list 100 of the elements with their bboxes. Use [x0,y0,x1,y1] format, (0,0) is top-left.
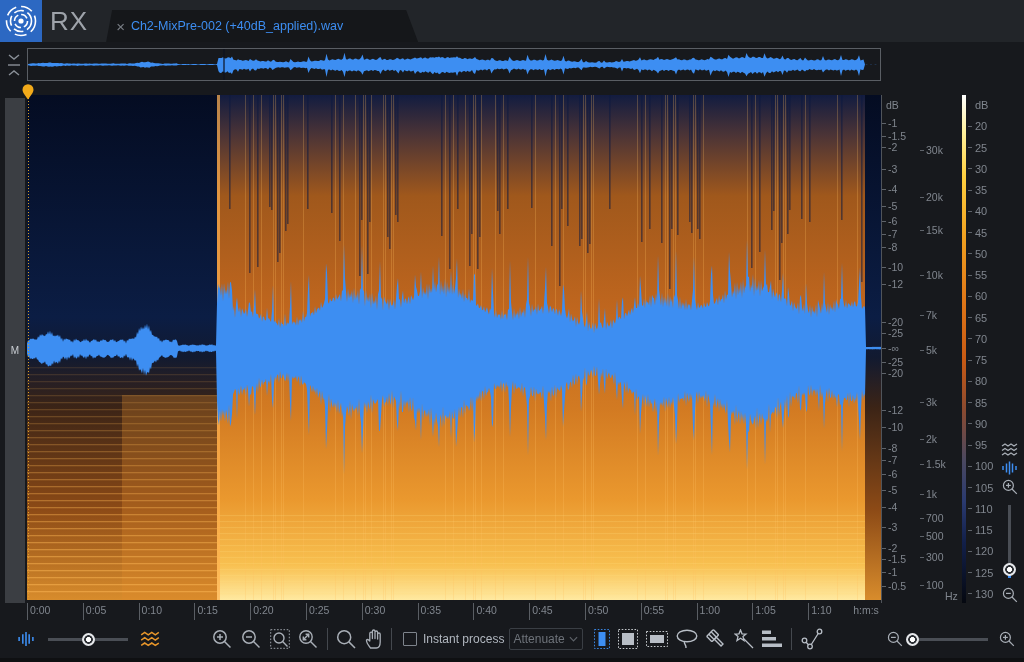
time-tick-label: 0:30 [361,603,418,620]
time-tick-label: 0:15 [194,603,251,620]
frequency-selection-tool-button[interactable] [646,631,669,647]
time-frequency-selection-icon [618,629,639,649]
hand-tool-button[interactable] [364,629,384,649]
file-tab[interactable]: × Ch2-MixPre-002 (+40dB_applied).wav [106,10,419,42]
zoom-in-button[interactable] [1001,479,1018,495]
frequency-tick-label: 3k [920,396,938,408]
harmonic-bars-tool-button[interactable] [762,630,783,648]
frequency-tick-label: 30k [920,144,943,156]
brush-icon [706,629,727,649]
frequency-tick-label: 7k [920,309,938,321]
zoom-out-button[interactable] [887,631,903,647]
color-scale-unit-label: dB [974,98,989,112]
amplitude-tick-label: -1 [882,566,898,578]
frequency-tick-label: 1.5k [920,458,946,470]
spectrogram-view-button[interactable] [140,630,160,648]
zoom-in-button[interactable] [212,629,232,649]
waveform-icon [1001,461,1018,475]
harmonic-bars-icon [762,630,783,648]
time-tick-label: 0:25 [306,603,362,620]
lasso-icon [676,629,699,649]
time-selection-tool-button[interactable] [594,629,611,649]
spectrogram-scale-button[interactable] [1001,443,1018,457]
amplitude-tick-label: -20 [882,316,904,328]
amplitude-tick-label: -7 [882,454,898,466]
channel-bar[interactable]: M [5,98,25,603]
lasso-tool-button[interactable] [676,629,699,649]
color-scale-tick-label: 75 [968,353,988,367]
zoom-out-button[interactable] [241,629,261,649]
frequency-tick-label: 700 [920,512,944,524]
frequency-tick-label: 15k [920,224,943,236]
zoom-in-button[interactable] [999,631,1015,647]
amplitude-tick-label: -25 [882,356,904,368]
amplitude-tick-label: -1 [882,117,898,129]
slider-thumb[interactable] [81,632,95,646]
zoom-out-icon [1001,587,1018,603]
amplitude-tick-label: -25 [882,327,904,339]
amplitude-tick-label: -8 [882,241,898,253]
waveform-view-button[interactable] [17,631,35,647]
amplitude-tick-label: -4 [882,183,898,195]
amplitude-unit-label: dB [886,99,899,111]
color-scale-tick-label: 35 [968,183,988,197]
zoom-in-icon [212,629,232,649]
amplitude-tick-label: -4 [882,501,898,513]
frequency-tick-label: 10k [920,269,943,281]
frequency-unit-label: Hz [945,590,958,602]
time-tick-label: 0:10 [138,603,195,620]
time-unit-label: h:m:s [853,603,879,618]
amplitude-tick-label: -10 [882,261,904,273]
zoom-in-icon [999,631,1015,647]
amplitude-tick-label: -10 [882,421,904,433]
amplitude-tick-label: -1.5 [882,553,907,565]
frequency-tick-label: 500 [920,530,944,542]
zoom-out-icon [887,631,903,647]
frequency-tick-label: 2k [920,433,938,445]
amplitude-tick-label: -3 [882,521,898,533]
zoom-fit-icon [298,629,318,649]
amplitude-tick-label: -2 [882,141,898,153]
zoom-selection-icon [270,629,290,649]
hand-icon [364,629,384,649]
connected-points-tool-button[interactable] [801,628,824,650]
amplitude-tick-label: -12 [882,404,904,416]
connected-points-icon [801,628,824,650]
app-logo-icon [0,0,42,42]
amplitude-tick-label: -1.5 [882,130,907,142]
amplitude-tick-label: -8 [882,442,898,454]
amplitude-tick-label: -3 [882,163,898,175]
brush-tool-button[interactable] [706,629,727,649]
magic-wand-tool-button[interactable] [734,629,755,649]
close-tab-button[interactable]: × [116,18,125,34]
time-tick-label: 0:55 [640,603,697,620]
time-tick-label: 0:40 [473,603,530,620]
amplitude-tick-label: -6 [882,215,898,227]
time-tick-label: 1:05 [752,603,809,620]
zoom-fit-button[interactable] [298,629,318,649]
amplitude-tick-label: -6 [882,468,898,480]
playhead-marker-icon[interactable] [22,84,34,100]
zoom-out-icon [241,629,261,649]
amplitude-tick-label: -7 [882,228,898,240]
color-scale-tick-label: 55 [968,268,988,282]
zoom-tool-button[interactable] [336,629,356,649]
zoom-out-button[interactable] [1001,587,1018,603]
time-frequency-selection-tool-button[interactable] [618,629,639,649]
instant-process-checkbox[interactable] [403,632,417,646]
zoom-to-selection-button[interactable] [270,629,290,649]
time-tick-label: 0:00 [27,603,83,620]
search-icon [336,629,356,649]
slider-thumb[interactable] [906,632,920,646]
spectrogram-icon [1001,443,1018,457]
frequency-tick-label: 1k [920,488,938,500]
time-tick-label: 1:10 [808,603,854,620]
time-tick-label: 0:35 [417,603,474,620]
frequency-selection-icon [646,631,669,647]
waveform-scale-button[interactable] [1001,461,1018,475]
slider-thumb[interactable] [1003,562,1016,576]
frequency-tick-label: 300 [920,551,944,563]
time-tick-label: 0:05 [82,603,139,620]
instant-process-label[interactable]: Instant process [423,631,505,647]
waveform-icon [17,631,35,647]
